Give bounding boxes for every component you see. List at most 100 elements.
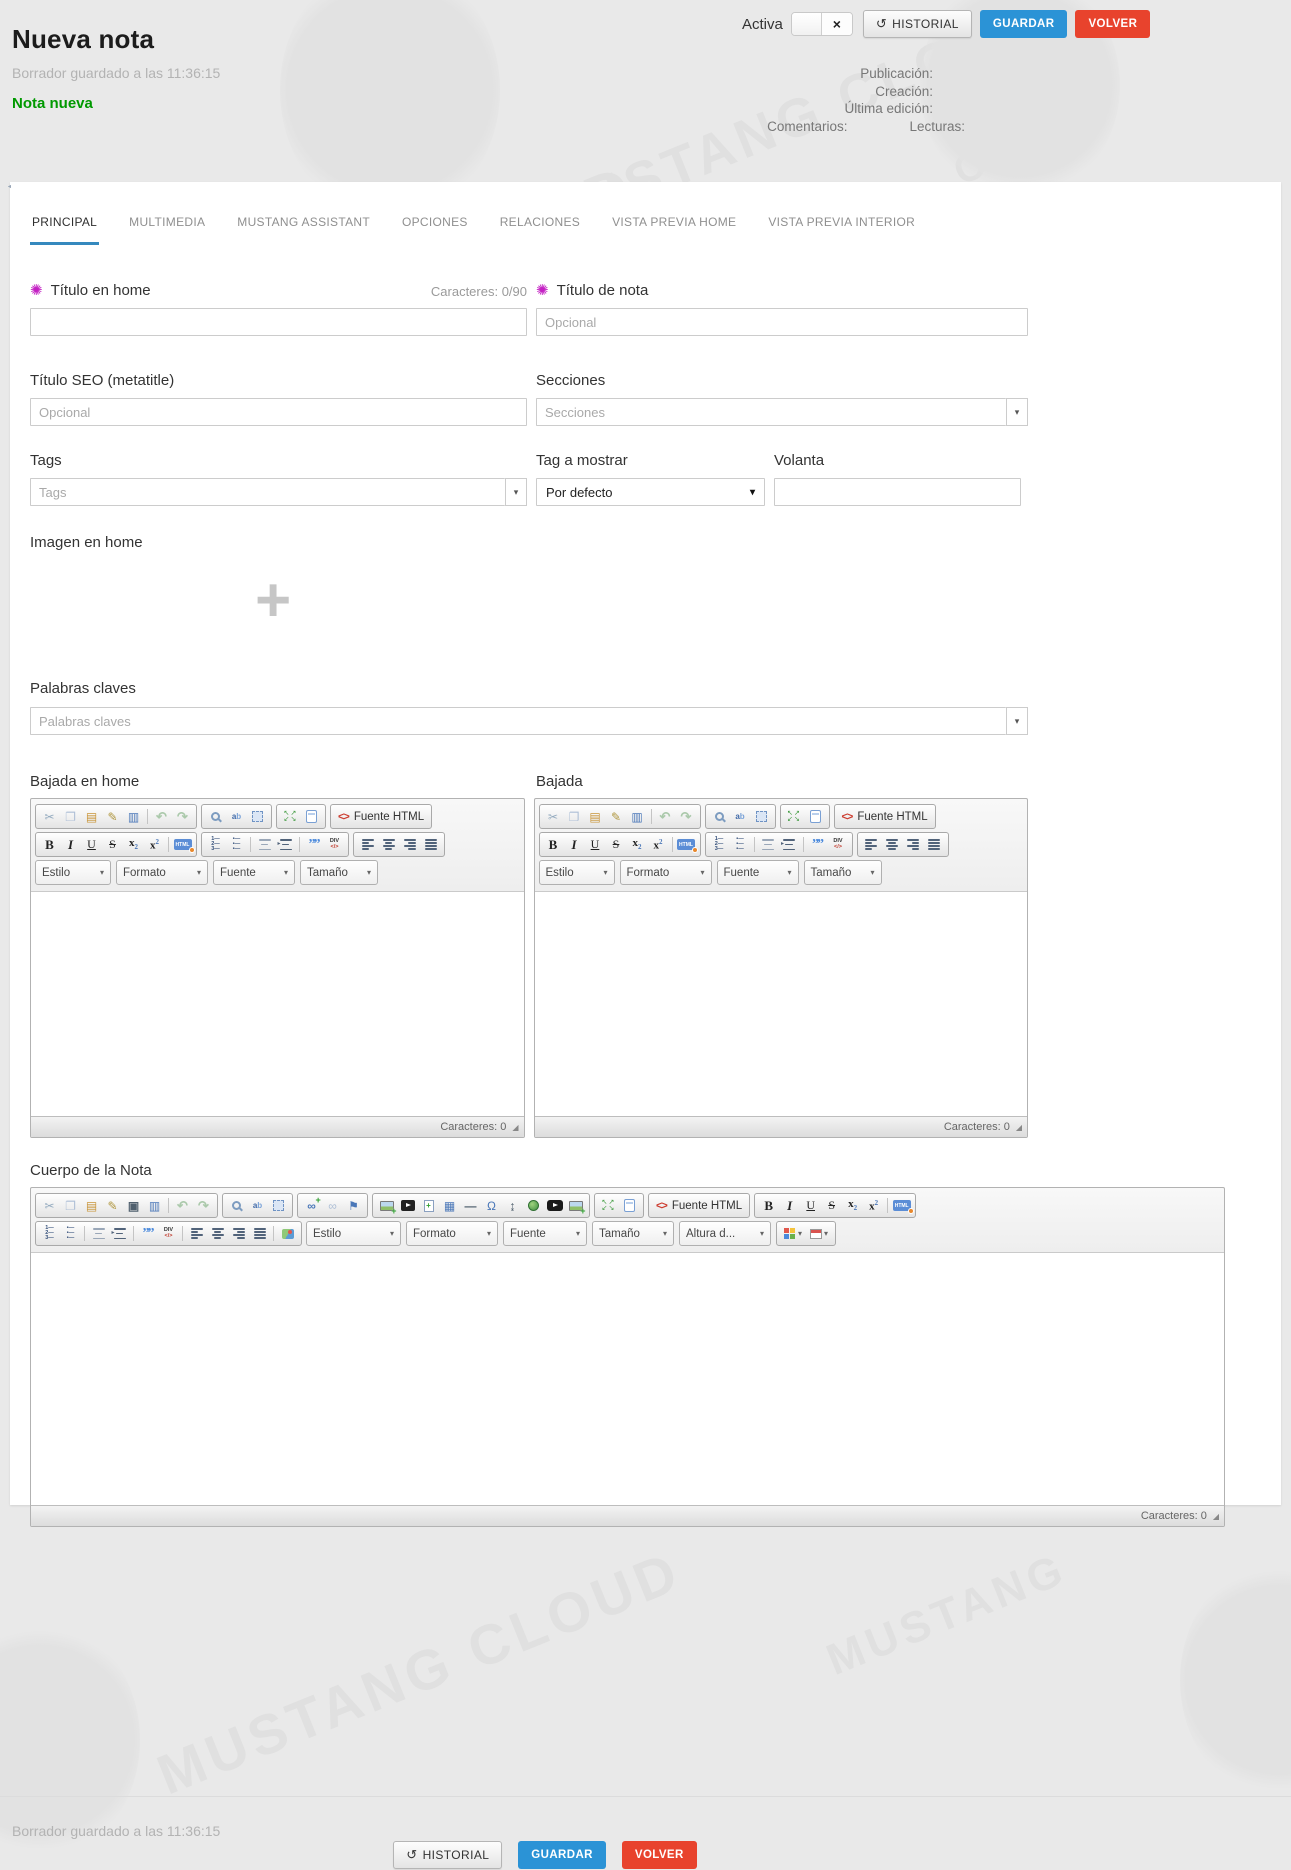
tama-o-dropdown[interactable]: Tamaño▾ (300, 860, 378, 885)
resize-handle-icon[interactable]: ◢ (512, 1123, 518, 1132)
resize-handle-icon[interactable]: ◢ (1016, 1123, 1022, 1132)
tab-multimedia[interactable]: MULTIMEDIA (127, 215, 207, 245)
globe-icon[interactable] (523, 1195, 544, 1216)
superscript-icon[interactable]: x2 (648, 834, 669, 855)
guardar-button-footer[interactable]: GUARDAR (518, 1841, 606, 1869)
indent-icon[interactable] (275, 834, 296, 855)
align-left-icon[interactable] (861, 834, 882, 855)
maximize-icon[interactable]: ↖↗↙↘ (280, 806, 301, 827)
paste-word-icon[interactable]: ▥ (123, 806, 144, 827)
table-icon[interactable]: ▦ (439, 1195, 460, 1216)
cleanup-icon[interactable]: HTML (172, 834, 193, 855)
guardar-button[interactable]: GUARDAR (980, 10, 1068, 38)
underline-icon[interactable]: U (800, 1195, 821, 1216)
list-bullet-icon[interactable]: •—•—•— (730, 834, 751, 855)
replace-icon[interactable]: ab (730, 806, 751, 827)
palabras-claves-dropdown-button[interactable]: ▾ (1006, 707, 1028, 735)
paste-word-icon[interactable]: ▥ (627, 806, 648, 827)
paste-icon[interactable]: ▤ (81, 1195, 102, 1216)
cut-icon[interactable]: ✂ (39, 806, 60, 827)
paste-text-icon[interactable]: ✎ (102, 806, 123, 827)
estilo-dropdown[interactable]: Estilo▾ (539, 860, 615, 885)
altura-d-dropdown[interactable]: Altura d...▾ (679, 1221, 771, 1246)
formato-dropdown[interactable]: Formato▾ (116, 860, 208, 885)
youtube-icon[interactable] (544, 1195, 565, 1216)
div-icon[interactable]: DIV</> (158, 1223, 179, 1244)
editor-content-area[interactable] (31, 1253, 1224, 1505)
secciones-input[interactable] (536, 398, 1006, 426)
undo-icon[interactable]: ↶ (151, 806, 172, 827)
fuente-dropdown[interactable]: Fuente▾ (213, 860, 295, 885)
tama-o-dropdown[interactable]: Tamaño▾ (804, 860, 882, 885)
show-blocks-icon[interactable] (301, 806, 322, 827)
activa-toggle[interactable]: × (791, 12, 853, 36)
align-justify-icon[interactable] (249, 1223, 270, 1244)
align-right-icon[interactable] (399, 834, 420, 855)
quote-icon[interactable]: ”” (807, 834, 828, 855)
strike-icon[interactable]: S (821, 1195, 842, 1216)
cleanup-icon[interactable]: HTML (676, 834, 697, 855)
quote-icon[interactable]: ”” (303, 834, 324, 855)
redo-icon[interactable]: ↷ (172, 806, 193, 827)
align-center-icon[interactable] (882, 834, 903, 855)
align-left-icon[interactable] (357, 834, 378, 855)
subscript-icon[interactable]: x2 (123, 834, 144, 855)
superscript-icon[interactable]: x2 (144, 834, 165, 855)
italic-icon[interactable]: I (60, 834, 81, 855)
link-icon[interactable]: ∞+ (301, 1195, 322, 1216)
ai-assistant-icon[interactable]: ✺ (30, 281, 43, 299)
tab-relaciones[interactable]: RELACIONES (498, 215, 582, 245)
replace-icon[interactable]: ab (226, 806, 247, 827)
align-right-icon[interactable] (228, 1223, 249, 1244)
tags-dropdown-button[interactable]: ▾ (505, 478, 527, 506)
align-left-icon[interactable] (186, 1223, 207, 1244)
paste-icon[interactable]: ▤ (585, 806, 606, 827)
show-blocks-icon[interactable] (805, 806, 826, 827)
tab-opciones[interactable]: OPCIONES (400, 215, 470, 245)
formato-dropdown[interactable]: Formato▾ (406, 1221, 498, 1246)
secciones-dropdown-button[interactable]: ▾ (1006, 398, 1028, 426)
volver-button[interactable]: VOLVER (1075, 10, 1150, 38)
paste-word-icon[interactable]: ▥ (144, 1195, 165, 1216)
align-center-icon[interactable] (378, 834, 399, 855)
paste-icon[interactable]: ▤ (81, 806, 102, 827)
align-justify-icon[interactable] (420, 834, 441, 855)
indent-icon[interactable] (109, 1223, 130, 1244)
titulo-de-nota-input[interactable] (536, 308, 1028, 336)
bold-icon[interactable]: B (39, 834, 60, 855)
source-button[interactable]: <>Fuente HTML (834, 804, 936, 829)
image-icon[interactable] (376, 1195, 397, 1216)
formato-dropdown[interactable]: Formato▾ (620, 860, 712, 885)
tab-mustang-assistant[interactable]: MUSTANG ASSISTANT (235, 215, 372, 245)
div-icon[interactable]: DIV</> (828, 834, 849, 855)
undo-icon[interactable]: ↶ (655, 806, 676, 827)
indent-icon[interactable] (779, 834, 800, 855)
image-plus-icon[interactable] (565, 1195, 586, 1216)
source-button[interactable]: <>Fuente HTML (330, 804, 432, 829)
italic-icon[interactable]: I (564, 834, 585, 855)
maps-icon[interactable] (277, 1223, 298, 1244)
maximize-icon[interactable]: ↖↗↙↘ (784, 806, 805, 827)
cut-icon[interactable]: ✂ (543, 806, 564, 827)
volver-button-footer[interactable]: VOLVER (622, 1841, 697, 1869)
outdent-icon[interactable] (88, 1223, 109, 1244)
list-num-icon[interactable]: 1—2—3— (39, 1223, 60, 1244)
bg-color-icon[interactable]: ▾ (806, 1223, 832, 1244)
select-all-icon[interactable] (751, 806, 772, 827)
toggle-knob[interactable] (792, 13, 822, 35)
unlink-icon[interactable]: ∞ (322, 1195, 343, 1216)
text-color-icon[interactable]: ▾ (780, 1223, 806, 1244)
quote-icon[interactable]: ”” (137, 1223, 158, 1244)
editor-content-area[interactable] (31, 892, 524, 1116)
fuente-dropdown[interactable]: Fuente▾ (503, 1221, 587, 1246)
page-plus-icon[interactable]: + (418, 1195, 439, 1216)
copy-icon[interactable]: ❐ (60, 806, 81, 827)
div-icon[interactable]: DIV</> (324, 834, 345, 855)
resize-handle-icon[interactable]: ◢ (1213, 1512, 1219, 1521)
page-break-icon[interactable]: ↨ (502, 1195, 523, 1216)
redo-icon[interactable]: ↷ (193, 1195, 214, 1216)
volanta-input[interactable] (774, 478, 1021, 506)
paste-text-icon[interactable]: ✎ (606, 806, 627, 827)
undo-icon[interactable]: ↶ (172, 1195, 193, 1216)
underline-icon[interactable]: U (81, 834, 102, 855)
